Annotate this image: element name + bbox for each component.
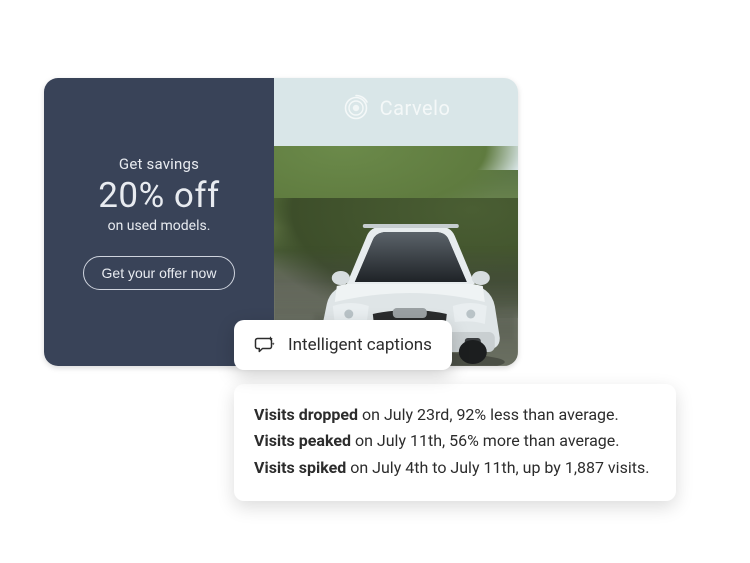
insights-panel: Visits dropped on July 23rd, 92% less th… <box>234 384 676 501</box>
ad-heading-large: 20% off <box>98 175 219 216</box>
insight-text: on July 11th, 56% more than average. <box>351 431 619 450</box>
intelligent-captions-chip[interactable]: Intelligent captions <box>234 320 452 370</box>
insight-bold: Visits dropped <box>254 405 358 424</box>
sparkle-chat-icon <box>254 334 276 356</box>
insight-text: on July 4th to July 11th, up by 1,887 vi… <box>346 458 649 477</box>
insight-bold: Visits spiked <box>254 458 346 477</box>
insight-line: Visits spiked on July 4th to July 11th, … <box>254 455 656 481</box>
ad-heading-small: Get savings <box>119 155 199 173</box>
brand-name: Carvelo <box>380 96 451 120</box>
insight-bold: Visits peaked <box>254 431 351 450</box>
insight-line: Visits dropped on July 23rd, 92% less th… <box>254 402 656 428</box>
ad-subtext: on used models. <box>108 218 211 234</box>
get-offer-button[interactable]: Get your offer now <box>83 256 236 290</box>
brand-lockup: Carvelo <box>274 94 518 122</box>
intelligent-captions-label: Intelligent captions <box>288 335 432 355</box>
brand-logo-icon <box>342 94 370 122</box>
insight-line: Visits peaked on July 11th, 56% more tha… <box>254 428 656 454</box>
insight-text: on July 23rd, 92% less than average. <box>358 405 619 424</box>
